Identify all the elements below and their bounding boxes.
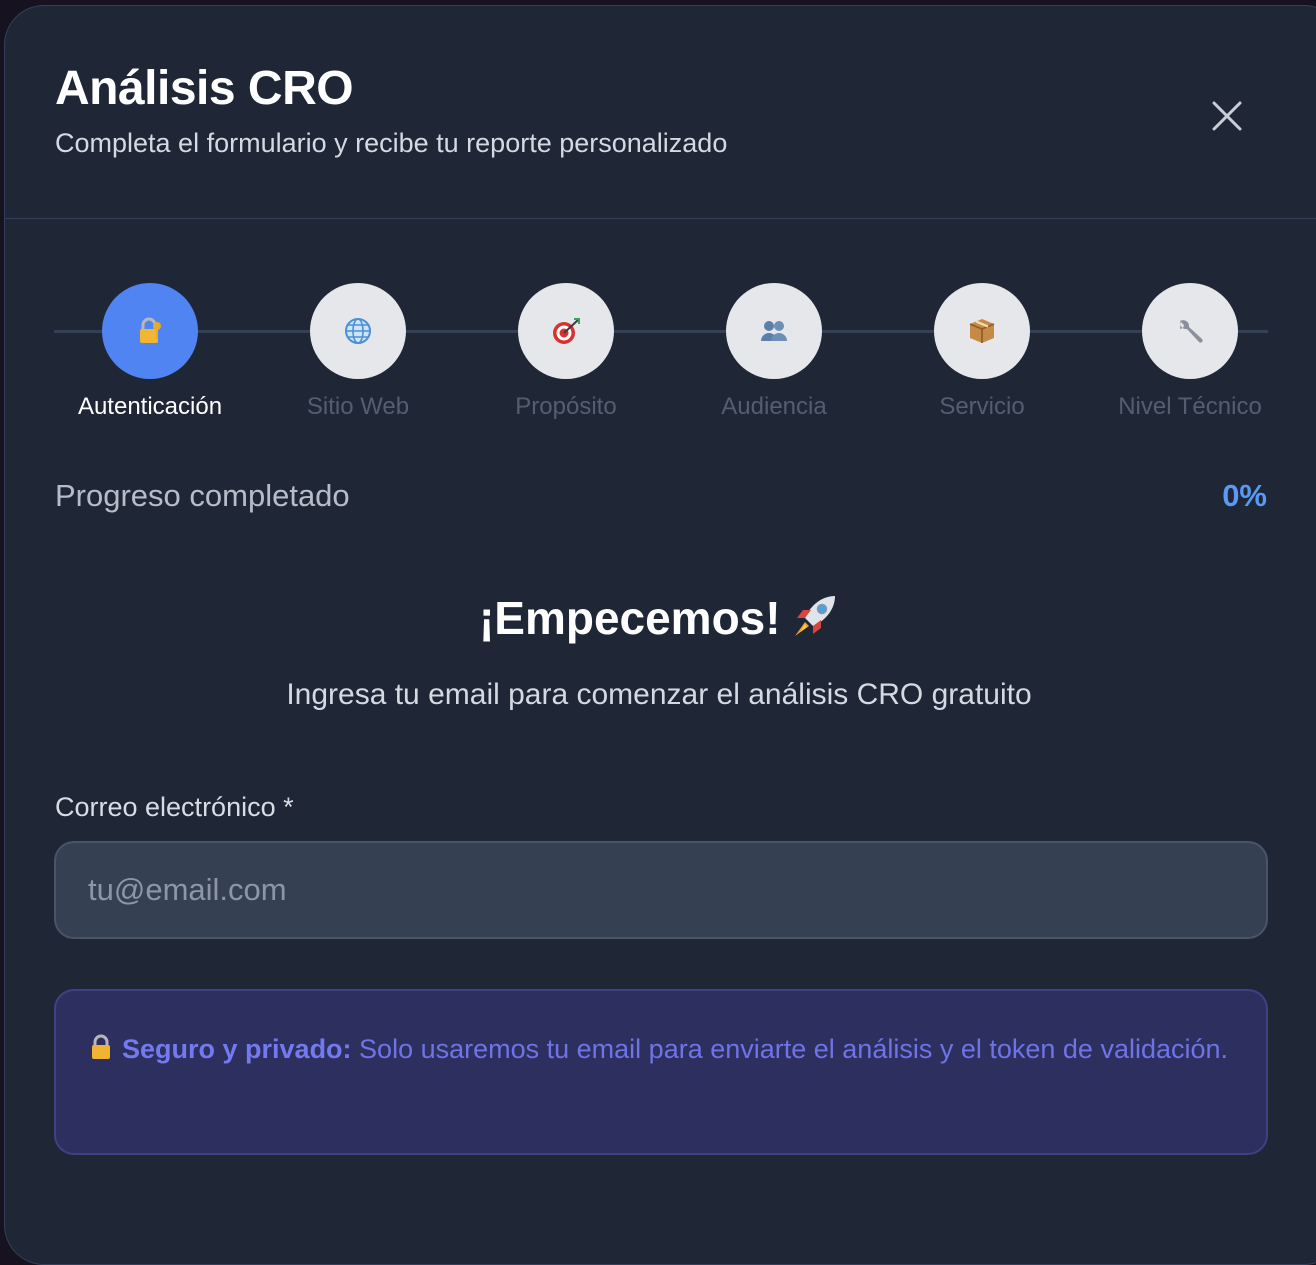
welcome-subtitle: Ingresa tu email para comenzar el anális… — [286, 678, 1032, 711]
privacy-notice-title: Seguro y privado: — [122, 1034, 352, 1064]
privacy-notice-text: Solo usaremos tu email para enviarte el … — [351, 1034, 1229, 1064]
step-audiencia[interactable]: Audiencia — [674, 281, 874, 421]
close-icon — [1212, 101, 1242, 131]
cro-analysis-modal: Análisis CRO Completa el formulario y re… — [4, 5, 1316, 1265]
privacy-notice: Seguro y privado: Solo usaremos tu email… — [54, 989, 1268, 1155]
people-icon — [761, 321, 787, 341]
step-label: Audiencia — [721, 393, 827, 420]
email-label: Correo electrónico * — [55, 792, 294, 822]
step-label: Servicio — [939, 393, 1025, 420]
step-sitio-web[interactable]: Sitio Web — [258, 281, 458, 421]
close-button[interactable] — [1205, 94, 1249, 138]
target-icon — [553, 318, 580, 344]
step-label: Sitio Web — [306, 393, 410, 420]
progress-label: Progreso completado — [55, 478, 350, 513]
wrench-icon — [1180, 320, 1203, 343]
step-autenticacion[interactable]: Autenticación — [50, 281, 250, 421]
email-input[interactable] — [54, 841, 1268, 939]
modal-subtitle: Completa el formulario y recibe tu repor… — [55, 128, 728, 158]
welcome-title: ¡Empecemos! — [478, 592, 781, 644]
step-servicio[interactable]: Servicio — [882, 281, 1082, 421]
step-nivel-tecnico[interactable]: Nivel Técnico — [1090, 281, 1290, 421]
rocket-icon — [795, 596, 836, 636]
step-circle — [934, 283, 1030, 379]
progress-row: Progreso completado 0% — [55, 478, 1267, 518]
step-proposito[interactable]: Propósito — [466, 281, 666, 421]
step-circle — [1142, 283, 1238, 379]
step-label: Autenticación — [77, 393, 223, 420]
package-icon — [969, 319, 995, 343]
modal-header: Análisis CRO Completa el formulario y re… — [5, 6, 1316, 219]
step-circle — [310, 283, 406, 379]
modal-title: Análisis CRO — [55, 62, 354, 115]
step-label: Nivel Técnico — [1118, 393, 1262, 420]
globe-icon — [345, 318, 371, 344]
lock-icon — [92, 1034, 110, 1059]
step-label: Propósito — [515, 393, 617, 420]
step-circle — [102, 283, 198, 379]
step-indicator: Autenticación Sitio Web Propósito Audien… — [54, 281, 1268, 441]
step-circle — [518, 283, 614, 379]
step-circle — [726, 283, 822, 379]
welcome-heading: ¡Empecemos! — [5, 591, 1313, 645]
progress-value: 0% — [1222, 478, 1267, 513]
lock-key-icon — [140, 317, 161, 343]
